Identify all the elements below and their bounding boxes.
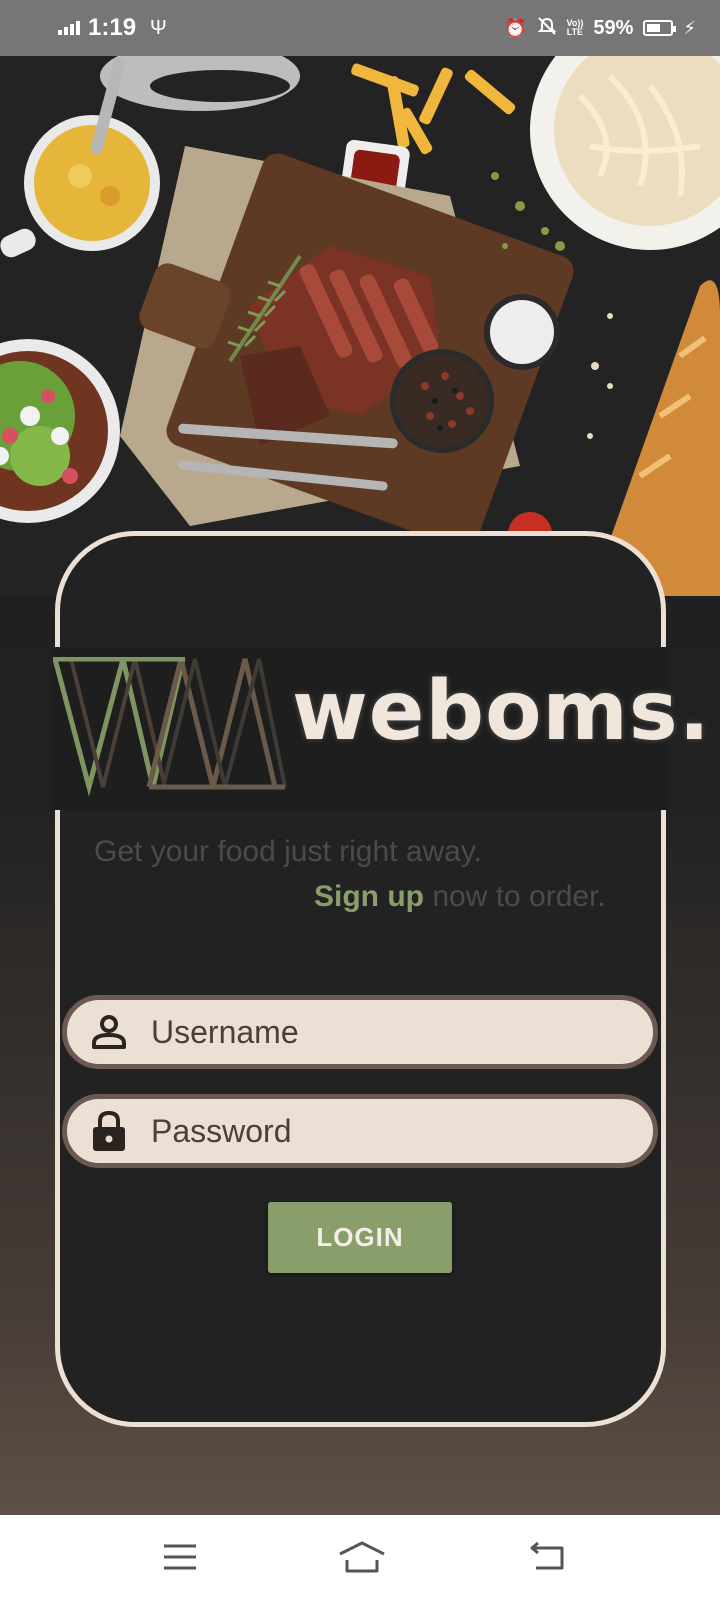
battery-percent: 59% (593, 16, 634, 39)
alarm-icon: ⏰ (504, 17, 527, 38)
brand-name: weboms. (292, 664, 711, 759)
volte-bottom-text: LTE (566, 27, 584, 37)
wm-logo-mark (52, 656, 293, 802)
back-icon[interactable] (518, 1537, 578, 1577)
volte-icon: Vo)) LTE (567, 19, 584, 37)
signup-link[interactable]: Sign up (314, 880, 424, 913)
battery-fill (647, 24, 661, 32)
status-right: ⏰ Vo)) LTE 59% ⚡ (504, 16, 696, 41)
navigation-bar (0, 1515, 720, 1600)
tagline-text: Get your food just right away. (94, 835, 482, 868)
status-bar: 1:19 Ψ ⏰ Vo)) LTE 59% ⚡ (0, 0, 720, 56)
mute-icon (537, 16, 557, 41)
username-field[interactable] (62, 995, 658, 1069)
signup-line: Sign up now to order. (314, 880, 606, 914)
status-left: 1:19 Ψ (58, 14, 167, 42)
home-icon[interactable] (332, 1537, 392, 1577)
battery-icon (643, 20, 677, 36)
signup-suffix-text: now to order. (423, 880, 606, 913)
password-field[interactable] (62, 1094, 658, 1168)
food-spread-image (0, 56, 720, 596)
lock-icon (89, 1110, 129, 1151)
password-input[interactable] (151, 1112, 611, 1150)
status-time: 1:19 (88, 14, 137, 41)
charging-icon: ⚡ (683, 17, 696, 38)
menu-icon[interactable] (150, 1537, 210, 1577)
login-button[interactable]: LOGIN (268, 1202, 452, 1273)
person-icon (89, 1012, 129, 1052)
username-input[interactable] (151, 1013, 611, 1051)
usb-icon: Ψ (150, 16, 167, 39)
signal-icon (58, 21, 80, 35)
